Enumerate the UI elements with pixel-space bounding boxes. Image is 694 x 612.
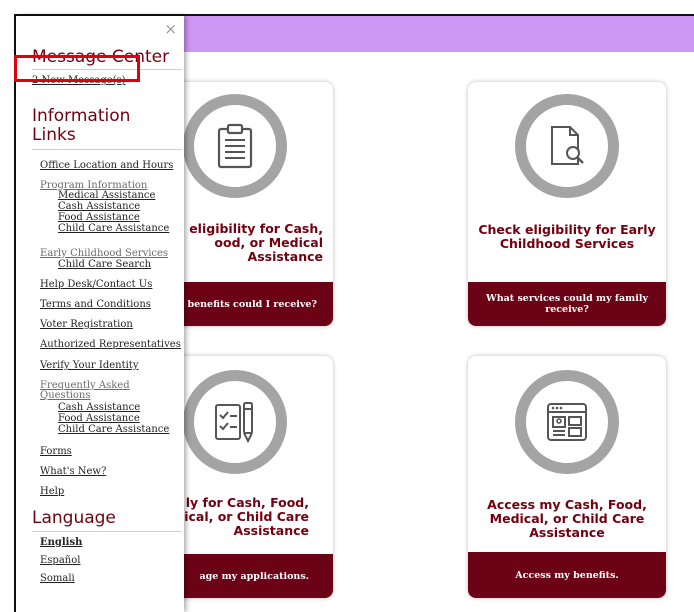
link-early-childhood[interactable]: Early Childhood Services [40, 248, 168, 259]
dashboard-window-icon [547, 403, 587, 441]
link-authorized-representatives[interactable]: Authorized Representatives [40, 339, 181, 350]
checklist-pen-icon [215, 402, 253, 444]
sidebar-panel: × Message Center 2 New Message(s) Inform… [16, 16, 184, 612]
tile-title: Access my Cash, Food, Medical, or Child … [487, 497, 647, 540]
tile-title: Check eligibility for Early Childhood Se… [478, 222, 656, 251]
link-food-assistance[interactable]: Food Assistance [58, 212, 140, 223]
language-somali[interactable]: Somali [40, 573, 75, 584]
clipboard-icon [217, 123, 253, 169]
link-faq-cont[interactable]: Questions [40, 390, 91, 401]
document-search-icon [551, 126, 584, 165]
language-heading: Language [32, 508, 116, 528]
divider [32, 149, 182, 150]
link-cash-assistance[interactable]: Cash Assistance [58, 201, 140, 212]
language-espanol[interactable]: Español [40, 555, 80, 566]
link-faq-cash[interactable]: Cash Assistance [58, 402, 140, 413]
link-terms[interactable]: Terms and Conditions [40, 299, 151, 310]
link-help-desk[interactable]: Help Desk/Contact Us [40, 279, 152, 290]
tile-icon-ring [183, 370, 287, 474]
link-verify-identity[interactable]: Verify Your Identity [40, 360, 138, 371]
link-child-care-search[interactable]: Child Care Search [58, 259, 151, 270]
tile-action-bar[interactable]: Access my benefits. [468, 552, 666, 598]
information-links-heading: Information Links [32, 106, 131, 145]
link-voter-registration[interactable]: Voter Registration [40, 319, 133, 330]
link-whats-new[interactable]: What's New? [40, 466, 106, 477]
divider [32, 531, 182, 532]
link-child-care-assistance[interactable]: Child Care Assistance [58, 223, 169, 234]
tile-icon-ring [515, 94, 619, 198]
highlight-box [14, 55, 140, 82]
tile-icon-ring [183, 94, 287, 198]
link-forms[interactable]: Forms [40, 446, 72, 457]
link-medical-assistance[interactable]: Medical Assistance [58, 190, 155, 201]
tile-icon-ring [515, 370, 619, 474]
link-faq-child-care[interactable]: Child Care Assistance [58, 424, 169, 435]
link-faq-food[interactable]: Food Assistance [58, 413, 140, 424]
link-help[interactable]: Help [40, 486, 64, 497]
language-english[interactable]: English [40, 537, 82, 548]
tile-access-benefits[interactable]: Access my Cash, Food, Medical, or Child … [468, 356, 666, 598]
close-icon[interactable]: × [164, 22, 177, 37]
tile-early-childhood[interactable]: Check eligibility for Early Childhood Se… [468, 82, 666, 326]
link-office-location[interactable]: Office Location and Hours [40, 160, 173, 171]
tile-action-bar[interactable]: What services could my family receive? [468, 282, 666, 326]
